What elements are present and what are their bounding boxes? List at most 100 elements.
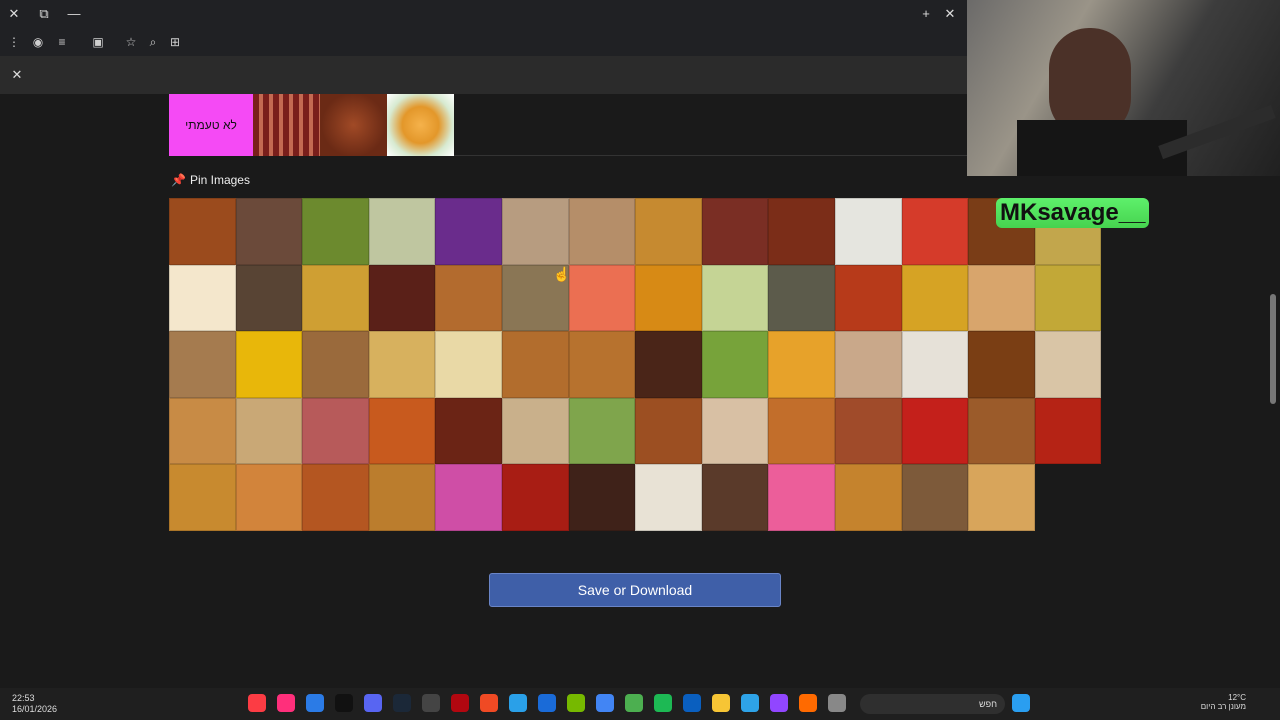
edge-icon[interactable]: [741, 694, 759, 712]
corn-kernels-image[interactable]: [235, 331, 303, 398]
waffles-image[interactable]: [435, 264, 502, 332]
profile-icon[interactable]: ◉: [28, 32, 48, 52]
close-icon[interactable]: ✕: [4, 4, 24, 24]
fried-chicken-image[interactable]: [968, 331, 1035, 398]
trifle-image[interactable]: [302, 397, 369, 465]
pie-image[interactable]: [320, 94, 387, 156]
salad-bowl-image[interactable]: [701, 264, 769, 332]
spotify-icon[interactable]: [654, 694, 672, 712]
mashed-image[interactable]: [568, 397, 636, 465]
chrome-app-icon[interactable]: [306, 694, 324, 712]
save-download-button[interactable]: Save or Download: [489, 573, 781, 607]
shakshuka-image[interactable]: [501, 464, 569, 531]
wrap-image[interactable]: [568, 198, 636, 265]
twitch-icon[interactable]: [770, 694, 788, 712]
baked-chicken-image[interactable]: [901, 464, 969, 531]
more-icon[interactable]: ⋮: [4, 32, 24, 52]
tomato-soup-image[interactable]: [1034, 397, 1102, 465]
quiche-image[interactable]: [368, 464, 436, 531]
cake-slice-image[interactable]: [235, 198, 303, 265]
green-salad-image[interactable]: [701, 331, 769, 398]
soup-image[interactable]: [1034, 264, 1102, 332]
candy-bar-image[interactable]: [435, 464, 502, 531]
new-tab-icon[interactable]: +: [916, 4, 936, 24]
tiktok-app-icon[interactable]: [277, 694, 295, 712]
sushi-image[interactable]: [568, 264, 636, 332]
schnitzel-image[interactable]: [169, 331, 236, 398]
tabs-icon[interactable]: ≡: [52, 32, 72, 52]
pudding-image[interactable]: [368, 331, 436, 398]
taskbar-search-field[interactable]: חפש: [860, 694, 1005, 714]
fried-egg-image[interactable]: [169, 264, 236, 332]
brownies-image[interactable]: [635, 331, 702, 398]
toast-image[interactable]: [968, 264, 1035, 332]
windows-start-icon[interactable]: [1012, 694, 1030, 712]
kreplach-image[interactable]: [834, 331, 902, 398]
stuffed-peppers-image[interactable]: [901, 397, 969, 465]
bagels-image[interactable]: [968, 397, 1035, 465]
tiktok-desktop-icon[interactable]: [335, 694, 353, 712]
pasta-image[interactable]: [768, 397, 835, 465]
settings-app-icon[interactable]: [509, 694, 527, 712]
steak-image[interactable]: [368, 264, 436, 332]
kebabs-image[interactable]: [235, 264, 303, 332]
taskbar-clock[interactable]: 22:53 16/01/2026: [12, 693, 57, 715]
discord-icon[interactable]: [364, 694, 382, 712]
corn-image[interactable]: [901, 264, 969, 332]
spring-rolls-image[interactable]: [635, 198, 702, 265]
rice-image[interactable]: [834, 198, 902, 265]
fish-dish-image[interactable]: [901, 331, 969, 398]
store-icon[interactable]: [625, 694, 643, 712]
hummus-image[interactable]: [701, 397, 769, 465]
netflix-icon[interactable]: [451, 694, 469, 712]
quesadilla-image[interactable]: [968, 464, 1035, 531]
fries-image[interactable]: [501, 331, 569, 398]
origin-icon[interactable]: [480, 694, 498, 712]
rice-veg-image[interactable]: [368, 198, 436, 265]
pastry-image[interactable]: [1034, 331, 1102, 398]
chocolate-image[interactable]: [568, 464, 636, 531]
task-view-icon[interactable]: [828, 694, 846, 712]
nvidia-icon[interactable]: [567, 694, 585, 712]
stuffed-veg-image[interactable]: [302, 464, 369, 531]
cheese-toast-image[interactable]: [368, 397, 436, 465]
extensions-icon[interactable]: ▣: [88, 32, 108, 52]
fruit-salad-image[interactable]: [768, 331, 835, 398]
chicken-wings-image[interactable]: [768, 198, 835, 265]
infobar-close-icon[interactable]: ✕: [7, 65, 27, 85]
page-scrollbar[interactable]: [1270, 294, 1276, 404]
rice-veg-2-image[interactable]: [235, 464, 303, 531]
outlook-icon[interactable]: [683, 694, 701, 712]
pizza-image[interactable]: [901, 198, 969, 265]
pita-image[interactable]: [235, 397, 303, 465]
icepop-image[interactable]: [435, 198, 502, 265]
obs-icon[interactable]: [422, 694, 440, 712]
copilot-icon[interactable]: [799, 694, 817, 712]
bookmark-star-icon[interactable]: ☆: [121, 32, 141, 52]
meatball-pan-image[interactable]: [435, 397, 502, 465]
cookies-image[interactable]: [302, 331, 369, 398]
crackers-image[interactable]: [435, 331, 502, 398]
bacon-image[interactable]: [253, 94, 320, 156]
tab-close-icon[interactable]: ✕: [940, 4, 960, 24]
taco-image[interactable]: [387, 94, 454, 156]
peas-carrots-image[interactable]: [302, 198, 369, 265]
fried-cutlets-image[interactable]: [635, 397, 702, 465]
sausage-rolls-image[interactable]: [169, 397, 236, 465]
chrome-icon[interactable]: [596, 694, 614, 712]
steam-icon[interactable]: [393, 694, 411, 712]
borek-image[interactable]: [501, 397, 569, 465]
fish-image[interactable]: [768, 264, 835, 332]
honey-image[interactable]: [635, 264, 702, 332]
zoom-icon[interactable]: ⌕: [143, 32, 163, 52]
omelette-image[interactable]: [302, 264, 369, 332]
garlic-bread-image[interactable]: [169, 464, 236, 531]
shawarma-wrap-image[interactable]: [501, 198, 569, 265]
ice-cream-image[interactable]: [635, 464, 702, 531]
translate-icon[interactable]: ⊞: [165, 32, 185, 52]
liver-image[interactable]: [701, 464, 769, 531]
lasagna-image[interactable]: [701, 198, 769, 265]
pancakes-image[interactable]: [568, 331, 636, 398]
fusilli-image[interactable]: [834, 397, 902, 465]
meatballs-image[interactable]: [834, 264, 902, 332]
